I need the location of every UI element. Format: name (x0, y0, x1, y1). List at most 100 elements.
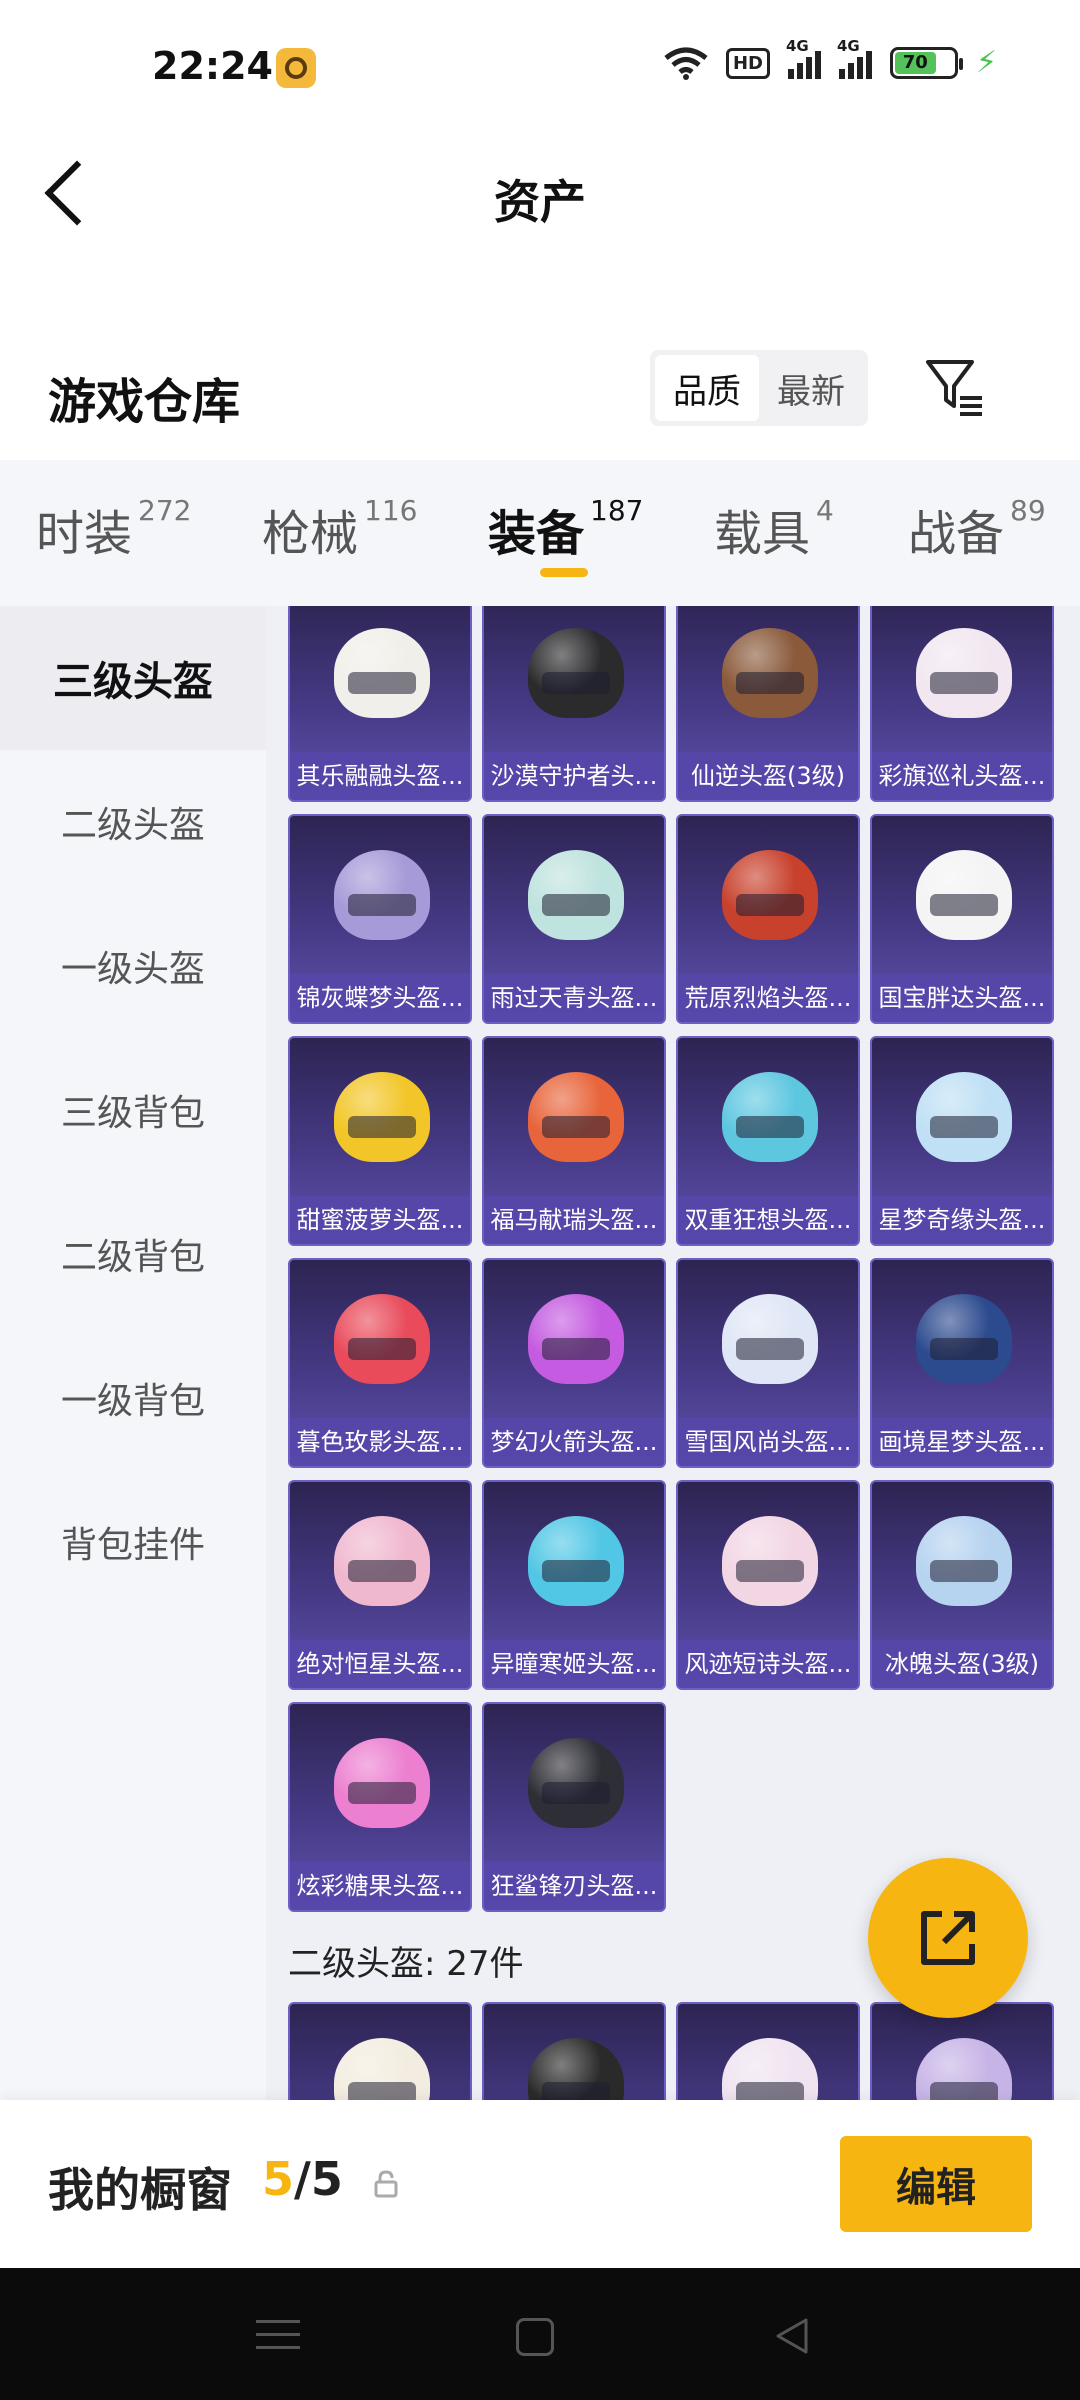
item-name: 雨过天青头盔... (484, 974, 664, 1022)
signal-icon-2: 4G (837, 37, 872, 79)
item-card[interactable]: 星梦奇缘头盔... (870, 1036, 1054, 1246)
item-card[interactable]: 锦灰蝶梦头盔... (288, 814, 472, 1024)
app-notification-icon (276, 48, 316, 88)
item-card[interactable]: 绝对恒星头盔... (288, 1480, 472, 1690)
item-card[interactable]: 沙漠守护者头... (482, 606, 666, 802)
sidebar-item-level1-backpack[interactable]: 一级背包 (0, 1326, 266, 1470)
helmet-icon (722, 1072, 818, 1162)
sort-by-newest[interactable]: 最新 (759, 355, 863, 421)
back-triangle-icon (776, 2318, 808, 2354)
warehouse-title: 游戏仓库 (48, 374, 241, 430)
system-nav-bar (0, 2268, 1080, 2400)
tab-supplies[interactable]: 战备 89 (908, 494, 1046, 564)
helmet-icon (916, 1294, 1012, 1384)
item-card[interactable]: 炫彩糖果头盔... (288, 1702, 472, 1912)
sidebar-item-level3-helmet[interactable]: 三级头盔 (0, 606, 266, 750)
helmet-icon (528, 1294, 624, 1384)
helmet-icon (528, 2038, 624, 2100)
item-name: 风迹短诗头盔... (678, 1640, 858, 1688)
item-card[interactable] (676, 2002, 860, 2100)
wifi-icon (664, 47, 708, 80)
item-card[interactable]: 风迹短诗头盔... (676, 1480, 860, 1690)
page-title: 资产 (494, 175, 586, 229)
nav-bar: 资产 (0, 136, 1080, 246)
item-name: 其乐融融头盔... (290, 752, 470, 800)
section-title-level2-helmet: 二级头盔: 27件 (288, 1944, 524, 1984)
helmet-icon (334, 1516, 430, 1606)
item-card[interactable]: 彩旗巡礼头盔... (870, 606, 1054, 802)
helmet-icon (334, 628, 430, 718)
helmet-icon (334, 1072, 430, 1162)
filter-button[interactable] (922, 354, 986, 418)
helmet-icon (722, 628, 818, 718)
sort-toggle: 品质 最新 (650, 350, 868, 426)
item-card[interactable]: 福马献瑞头盔... (482, 1036, 666, 1246)
helmet-icon (528, 1738, 624, 1828)
filter-icon (926, 360, 982, 416)
item-card[interactable]: 异瞳寒姬头盔... (482, 1480, 666, 1690)
tab-guns[interactable]: 枪械 116 (262, 494, 417, 564)
item-card[interactable]: 其乐融融头盔... (288, 606, 472, 802)
item-name: 福马献瑞头盔... (484, 1196, 664, 1244)
item-card[interactable]: 雪国风尚头盔... (676, 1258, 860, 1468)
active-tab-indicator (540, 568, 588, 577)
system-back-button[interactable] (770, 2314, 814, 2358)
item-card[interactable]: 仙逆头盔(3级) (676, 606, 860, 802)
edit-button[interactable]: 编辑 (840, 2136, 1032, 2232)
helmet-icon (334, 1738, 430, 1828)
tab-fashion[interactable]: 时装 272 (36, 494, 191, 564)
sidebar-item-level2-helmet[interactable]: 二级头盔 (0, 750, 266, 894)
status-bar: 22:24 HD 4G 4G 70 ⚡ (0, 0, 1080, 136)
helmet-icon (334, 1294, 430, 1384)
helmet-icon (528, 1516, 624, 1606)
warehouse-header: 游戏仓库 品质 最新 (0, 330, 1080, 450)
share-button[interactable] (868, 1858, 1028, 2018)
item-card[interactable] (288, 2002, 472, 2100)
helmet-icon (722, 1294, 818, 1384)
item-card[interactable]: 荒原烈焰头盔... (676, 814, 860, 1024)
item-name: 画境星梦头盔... (872, 1418, 1052, 1466)
item-name: 绝对恒星头盔... (290, 1640, 470, 1688)
item-card[interactable]: 雨过天青头盔... (482, 814, 666, 1024)
charging-icon: ⚡ (976, 45, 998, 80)
item-card[interactable]: 双重狂想头盔... (676, 1036, 860, 1246)
item-card[interactable]: 狂鲨锋刃头盔... (482, 1702, 666, 1912)
battery-level: 70 (895, 52, 936, 74)
battery-icon: 70 (890, 47, 963, 79)
item-card[interactable]: 画境星梦头盔... (870, 1258, 1054, 1468)
helmet-icon (722, 850, 818, 940)
helmet-icon (916, 1516, 1012, 1606)
helmet-icon (916, 2038, 1012, 2100)
sidebar-item-level1-helmet[interactable]: 一级头盔 (0, 894, 266, 1038)
item-name: 甜蜜菠萝头盔... (290, 1196, 470, 1244)
item-card[interactable]: 梦幻火箭头盔... (482, 1258, 666, 1468)
item-card[interactable]: 甜蜜菠萝头盔... (288, 1036, 472, 1246)
item-grid: 其乐融融头盔... 沙漠守护者头... 仙逆头盔(3级) 彩旗巡礼头盔... 锦灰蝶梦头… (288, 606, 1066, 1912)
helmet-icon (722, 2038, 818, 2100)
helmet-icon (528, 1072, 624, 1162)
helmet-icon (334, 850, 430, 940)
helmet-icon (722, 1516, 818, 1606)
item-name: 锦灰蝶梦头盔... (290, 974, 470, 1022)
item-name: 星梦奇缘头盔... (872, 1196, 1052, 1244)
home-button[interactable] (516, 2318, 554, 2356)
sidebar-item-level2-backpack[interactable]: 二级背包 (0, 1182, 266, 1326)
recent-apps-button[interactable] (256, 2314, 300, 2358)
item-card[interactable]: 冰魄头盔(3级) (870, 1480, 1054, 1690)
item-card[interactable] (482, 2002, 666, 2100)
item-card[interactable]: 国宝胖达头盔... (870, 814, 1054, 1024)
tab-vehicles[interactable]: 载具 4 (714, 494, 834, 564)
tab-equipment[interactable]: 装备 187 (488, 494, 643, 564)
sort-by-quality[interactable]: 品质 (655, 355, 759, 421)
helmet-icon (916, 850, 1012, 940)
sidebar-item-backpack-pendant[interactable]: 背包挂件 (0, 1470, 266, 1614)
category-tabs: 时装 272 枪械 116 装备 187 载具 4 战备 89 (0, 460, 1080, 606)
item-card[interactable]: 暮色玫影头盔... (288, 1258, 472, 1468)
item-name: 雪国风尚头盔... (678, 1418, 858, 1466)
sidebar-item-level3-backpack[interactable]: 三级背包 (0, 1038, 266, 1182)
showcase-count: 5/5 (262, 2152, 343, 2206)
helmet-icon (916, 1072, 1012, 1162)
item-name: 国宝胖达头盔... (872, 974, 1052, 1022)
signal-icon-1: 4G (786, 37, 821, 79)
item-name: 双重狂想头盔... (678, 1196, 858, 1244)
